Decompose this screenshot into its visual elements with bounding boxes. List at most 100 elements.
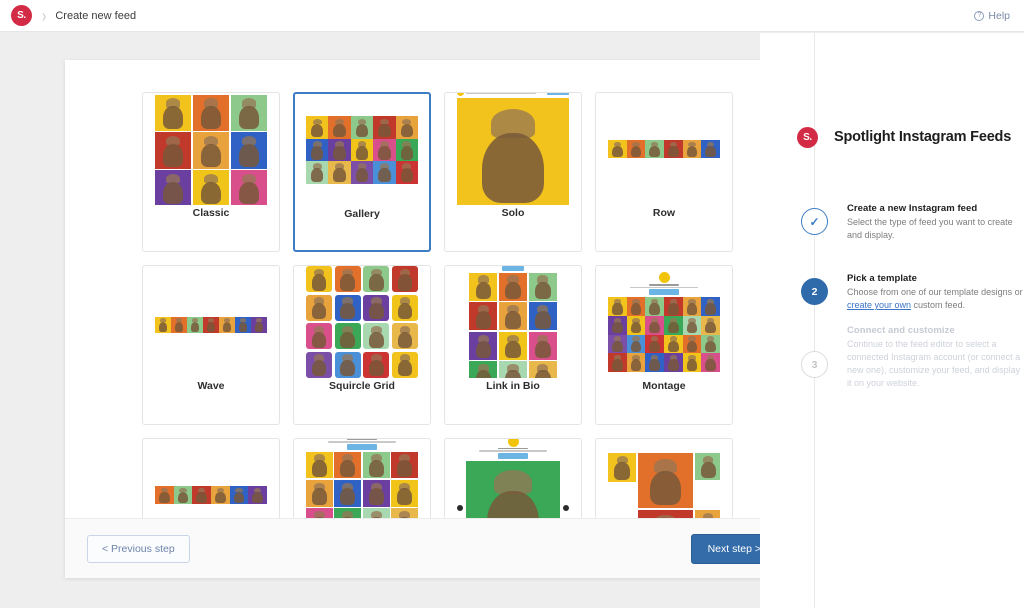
preview-tile (391, 294, 418, 321)
template-card-montage[interactable]: Montage (595, 265, 733, 425)
create-your-own-link[interactable]: create your own (847, 300, 911, 310)
dog-photo (193, 95, 229, 131)
carousel-prev-arrow-icon (457, 504, 463, 511)
preview-tile (363, 294, 390, 321)
dog-photo (391, 452, 418, 479)
dog-photo (627, 316, 646, 335)
preview-account-text (323, 439, 401, 443)
preview-tile (306, 508, 333, 518)
dog-photo (335, 323, 361, 349)
preview-tile (395, 161, 418, 184)
template-preview (155, 439, 267, 518)
preview-tile (645, 139, 665, 159)
template-label: Row (652, 207, 676, 219)
step-3-number-badge: 3 (801, 351, 828, 378)
template-card-solo[interactable]: Solo (444, 92, 582, 252)
dog-photo (231, 170, 267, 205)
step-2-desc-after: custom feed. (911, 300, 966, 311)
template-card-wave[interactable]: Wave (142, 265, 280, 425)
dog-photo (335, 266, 361, 292)
top-bar: S. › Create new feed ? Help (0, 0, 1024, 32)
dog-photo (351, 139, 373, 161)
preview-tile (608, 139, 627, 159)
preview-account-header (306, 439, 418, 450)
template-card-classic[interactable]: Classic (142, 92, 280, 252)
preview-tile (230, 132, 267, 169)
dog-photo (373, 139, 395, 161)
dog-photo (155, 486, 174, 505)
step-1-check-icon: ✓ (801, 208, 828, 235)
template-card-squircle-grid[interactable]: Squircle Grid (293, 265, 431, 425)
preview-tile (155, 316, 171, 333)
template-card-8[interactable] (142, 438, 280, 518)
preview-grid (306, 266, 418, 378)
template-card-10[interactable] (444, 438, 582, 518)
template-label: Squircle Grid (329, 380, 395, 392)
carousel-next-arrow-icon (563, 504, 569, 511)
dog-photo (664, 335, 683, 354)
preview-tile (645, 334, 665, 354)
preview-tile (391, 479, 418, 507)
template-card-11[interactable] (595, 438, 733, 518)
preview-tile (219, 316, 235, 333)
preview-tile (155, 94, 192, 131)
dog-photo (499, 361, 527, 378)
preview-account-header (608, 272, 720, 296)
spotlight-logo-icon[interactable]: S. (11, 5, 32, 26)
dog-photo (608, 140, 627, 159)
template-picker-panel: Classic Gallery Solo Row Wave Squircle Grid Li… (65, 60, 800, 578)
preview-tile (334, 479, 362, 507)
preview-follow-button (649, 289, 679, 296)
preview-tile (192, 485, 212, 505)
dog-photo (335, 352, 361, 378)
dog-photo (701, 353, 720, 372)
dog-photo (248, 486, 267, 505)
preview-tile (701, 334, 720, 354)
preview-layout (608, 272, 720, 372)
template-card-gallery[interactable]: Gallery (293, 92, 431, 252)
preview-tile (395, 116, 418, 139)
dog-photo (363, 452, 390, 479)
preview-grid (306, 451, 418, 518)
dog-photo (608, 453, 636, 481)
dog-photo (155, 95, 191, 131)
preview-tile (701, 315, 720, 335)
preview-layout (469, 266, 557, 378)
preview-tile (230, 170, 267, 205)
preview-tile (306, 323, 333, 350)
template-card-row[interactable]: Row (595, 92, 733, 252)
preview-tile (664, 315, 683, 335)
template-scroll-area[interactable]: Classic Gallery Solo Row Wave Squircle Grid Li… (65, 60, 800, 518)
preview-tile (192, 94, 230, 131)
preview-tile (192, 170, 230, 205)
preview-tile (350, 138, 374, 162)
previous-step-button[interactable]: < Previous step (87, 534, 190, 563)
dog-photo (192, 486, 211, 505)
preview-tile (235, 316, 251, 333)
dog-photo (363, 266, 389, 292)
dog-photo (627, 297, 646, 316)
preview-tile (391, 508, 418, 518)
preview-tile (350, 116, 374, 139)
preview-tile (469, 331, 498, 360)
dog-photo (695, 510, 720, 518)
template-preview (608, 439, 720, 518)
preview-tile (363, 351, 390, 378)
template-card-link-in-bio[interactable]: Link in Bio (444, 265, 582, 425)
dog-photo (392, 352, 418, 378)
dog-photo (306, 323, 332, 349)
dog-photo (627, 335, 646, 354)
template-card-9[interactable] (293, 438, 431, 518)
dog-photo (469, 302, 497, 330)
preview-username (498, 447, 528, 449)
dog-photo (701, 316, 720, 335)
preview-tile (328, 138, 351, 162)
preview-mosaic (608, 453, 720, 518)
help-link[interactable]: ? Help (974, 10, 1010, 22)
avatar (507, 439, 519, 447)
dog-photo (363, 323, 389, 349)
preview-layout (457, 93, 569, 205)
dog-photo (529, 361, 557, 378)
preview-bio (466, 93, 536, 94)
preview-tile (682, 334, 702, 354)
